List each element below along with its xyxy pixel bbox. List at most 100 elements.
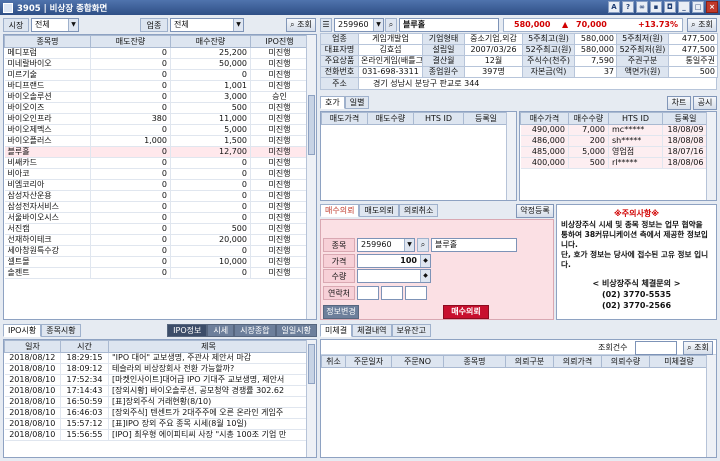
sell-scrollbar[interactable] [506,112,516,200]
stock-row[interactable]: 미르기술 0 0 미진행 [4,69,309,81]
favorite-icon[interactable]: ☰ [320,18,332,32]
col-buy-remain[interactable]: 매수잔량 [170,35,251,48]
disclosure-button[interactable]: 공시 [693,96,717,110]
tab-cancel-order[interactable]: 의뢰취소 [398,204,439,217]
tab-daily[interactable]: 일별 [344,96,370,109]
news-row[interactable]: 2018/08/10 15:56:55 [IPO] 최우형 에이피티씨 사장 "시총… [4,429,309,441]
buy-order-row[interactable]: 400,000 500 rl***** 18/08/06 [520,157,709,169]
quote-code-input[interactable]: 259960 ▼ [334,18,384,32]
tab-stock-market[interactable]: 종목시황 [41,324,81,337]
stock-row[interactable]: 바이오플러스 1,000 1,500 미진행 [4,135,309,147]
col-order-date: 주문일자 [345,355,392,368]
tab-market-summary[interactable]: 시장종합 [234,324,276,337]
stock-row[interactable]: 솔젠트 0 0 미진행 [4,267,309,279]
ipo-status-cell: 미진행 [250,201,309,213]
buy-order-row[interactable]: 490,000 7,000 mc***** 18/08/09 [520,124,709,136]
info-label: 5주최고(원) [522,33,575,45]
news-scrollbar[interactable] [306,340,316,457]
tab-quote[interactable]: 시세 [207,324,235,337]
maximize-icon[interactable]: □ [692,1,704,13]
market-select[interactable]: 전체 ▼ [31,18,79,32]
tab-unexecuted[interactable]: 미체결 [320,324,353,337]
exec-search-button[interactable]: ⌕ 조회 [683,341,713,355]
info-label: 전화번호 [320,66,359,78]
stock-row[interactable]: 바이오인프라 380 11,000 미진행 [4,113,309,125]
help-icon[interactable]: ? [622,1,634,13]
stock-row[interactable]: 블루홀 0 12,700 미진행 [4,146,309,158]
stock-list-scrollbar[interactable] [306,35,316,319]
app-icon [3,2,13,13]
stock-row[interactable]: 미네랄바이오 0 50,000 미진행 [4,58,309,70]
stock-row[interactable]: 메디포럼 0 25,200 미진행 [4,47,309,59]
order-qty-input[interactable]: ◆ [357,269,431,283]
stock-row[interactable]: 바이오솔루션 0 3,000 승인 [4,91,309,103]
chart-button[interactable]: 차트 [667,96,691,110]
ipo-status-cell: 미진행 [250,58,309,70]
tab-buy-order[interactable]: 매수의뢰 [320,204,360,217]
stock-row[interactable]: 셀트몰 0 10,000 미진행 [4,256,309,268]
tab-sell-order[interactable]: 매도의뢰 [359,204,399,217]
count-input[interactable] [635,341,677,355]
tab-daily-market[interactable]: 일일시황 [275,324,317,337]
col-ipo-status[interactable]: IPO진행 [250,35,309,48]
news-row[interactable]: 2018/08/10 17:14:43 [장외시황] 바이오솔루션, 공모청약 경쟁… [4,385,309,397]
link-icon[interactable]: ∞ [636,1,648,13]
order-search-icon[interactable]: ⌕ [417,238,429,252]
settings-icon[interactable]: ◘ [664,1,676,13]
col-news-date: 일자 [4,340,61,353]
col-sell-remain[interactable]: 매도잔량 [90,35,171,48]
tab-executed[interactable]: 체결내역 [352,324,392,337]
stock-row[interactable]: 서진캠 0 500 미진행 [4,223,309,235]
stock-row[interactable]: 비아코 0 0 미진행 [4,168,309,180]
pin-icon[interactable]: ▪ [650,1,662,13]
news-row[interactable]: 2018/08/10 17:52:34 [마켓인사이트]대어급 IPO 기대주 교보… [4,374,309,386]
order-code-input[interactable]: 259960 ▼ [357,238,415,252]
alert-icon[interactable]: A [608,1,620,13]
scrollbar-thumb[interactable] [308,344,315,384]
stock-row[interactable]: 비쌔카드 0 0 미진행 [4,157,309,169]
info-change-button[interactable]: 정보변경 [323,305,359,319]
ipo-status-cell: 미진행 [250,135,309,147]
close-icon[interactable]: × [706,1,718,13]
buy-scrollbar[interactable] [706,112,716,200]
news-row[interactable]: 2018/08/10 16:46:03 [장외주식] 텐센트가 2대주주에 오른 온… [4,407,309,419]
industry-select[interactable]: 전체 ▼ [170,18,244,32]
buy-qty-cell: 500 [568,157,609,169]
stock-row[interactable]: 삼성자산운용 0 0 미진행 [4,190,309,202]
buy-order-row[interactable]: 485,000 5,000 영업점 18/07/16 [520,146,709,158]
code-search-icon[interactable]: ⌕ [385,18,397,32]
news-row[interactable]: 2018/08/10 18:09:12 테슬라의 비상장회사 전환 가능할까? [4,363,309,375]
stock-row[interactable]: 바이오이즈 0 500 미진행 [4,102,309,114]
tab-ipo-info[interactable]: IPO정보 [167,324,208,337]
col-sell-qty: 매도수량 [367,112,414,125]
stock-row[interactable]: 비엠코리아 0 0 미진행 [4,179,309,191]
stock-name-cell: 바이오제멕스 [4,124,91,136]
contact-part2-input[interactable] [381,286,403,300]
list-search-button[interactable]: ⌕ 조회 [286,18,316,32]
contact-part3-input[interactable] [405,286,427,300]
stock-row[interactable]: 바디프랜드 0 1,001 미진행 [4,80,309,92]
stock-row[interactable]: 세아창원특수강 0 0 미진행 [4,245,309,257]
exec-scrollbar[interactable] [706,355,716,457]
contract-register-button[interactable]: 약정등록 [516,204,554,218]
stock-row[interactable]: 삼성전자서비스 0 0 미진행 [4,201,309,213]
col-stock-name[interactable]: 종목명 [4,35,91,48]
stock-row[interactable]: 선재하이테크 0 20,000 미진행 [4,234,309,246]
stock-row[interactable]: 바이오제멕스 0 5,000 미진행 [4,124,309,136]
news-time-cell: 15:56:55 [60,429,109,441]
stock-name-cell: 세아창원특수강 [4,245,91,257]
news-row[interactable]: 2018/08/10 16:50:59 [표]장외주식 거래현황(8/10) [4,396,309,408]
news-row[interactable]: 2018/08/10 15:57:12 [표]IPO 장외 주요 종목 시세(8월 … [4,418,309,430]
scrollbar-thumb[interactable] [308,95,315,155]
stock-row[interactable]: 서울바이오시스 0 0 미진행 [4,212,309,224]
minimize-icon[interactable]: _ [678,1,690,13]
tab-hoga[interactable]: 호가 [320,96,345,109]
tab-holdings[interactable]: 보유잔고 [391,324,431,337]
buy-order-row[interactable]: 486,000 200 sh***** 18/08/08 [520,135,709,147]
contact-part1-input[interactable] [357,286,379,300]
quote-search-button[interactable]: ⌕ 조회 [687,18,717,32]
tab-ipo-market[interactable]: IPO시황 [3,324,42,337]
buy-order-submit-button[interactable]: 매수의뢰 [443,305,489,319]
order-price-input[interactable]: 100 ◆ [357,254,431,268]
news-row[interactable]: 2018/08/12 18:29:15 "IPO 대어" 교보생명, 주관사 제안서… [4,352,309,364]
